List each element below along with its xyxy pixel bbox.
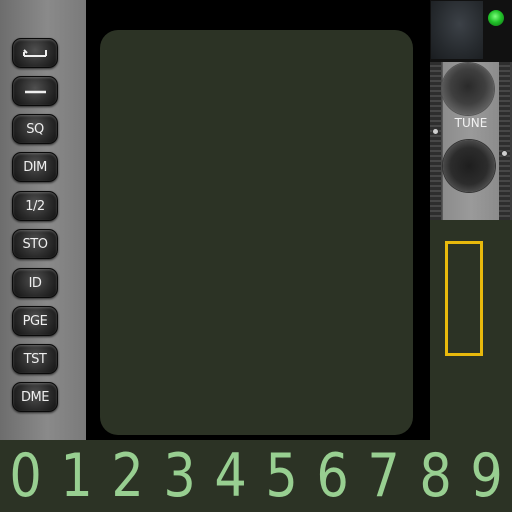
pge-button-label: PGE xyxy=(22,313,48,329)
screw-icon xyxy=(432,128,439,135)
photo-sensor xyxy=(431,1,483,59)
arrow-return-icon xyxy=(23,49,47,57)
digit-9: 9 xyxy=(470,441,503,511)
dme-button-label: DME xyxy=(21,389,49,405)
pge-button[interactable]: PGE xyxy=(12,306,58,336)
tune-knob[interactable] xyxy=(442,63,494,115)
digit-1: 1 xyxy=(60,441,94,511)
half-button[interactable]: 1/2 xyxy=(12,191,58,221)
dash-icon xyxy=(25,90,46,94)
digit-7: 7 xyxy=(367,441,401,511)
display-screen xyxy=(100,30,413,435)
sto-button-label: STO xyxy=(22,236,48,252)
digit-3: 3 xyxy=(162,441,196,511)
focus-highlight-box xyxy=(445,241,483,356)
tst-button-label: TST xyxy=(23,351,47,367)
digit-2: 2 xyxy=(111,441,145,511)
digit-0: 0 xyxy=(9,441,42,511)
sto-button[interactable]: STO xyxy=(12,229,58,259)
screw-icon xyxy=(501,150,508,157)
digit-4: 4 xyxy=(214,441,247,511)
digit-8: 8 xyxy=(418,441,452,511)
half-button-label: 1/2 xyxy=(25,198,45,214)
right-rail xyxy=(499,62,510,220)
id-button-label: ID xyxy=(28,275,42,291)
left-rail xyxy=(430,62,441,220)
id-button[interactable]: ID xyxy=(12,268,58,298)
volume-knob[interactable] xyxy=(443,140,495,192)
tst-button[interactable]: TST xyxy=(12,344,58,374)
status-led-icon xyxy=(488,10,504,26)
digit-6: 6 xyxy=(316,441,350,511)
sq-button-label: SQ xyxy=(26,121,44,137)
tune-label: TUNE xyxy=(454,116,488,130)
digit-5: 5 xyxy=(265,441,298,511)
dim-button[interactable]: DIM xyxy=(12,152,58,182)
sq-button[interactable]: SQ xyxy=(12,114,58,144)
seq-1-button[interactable] xyxy=(12,38,58,68)
dim-button-label: DIM xyxy=(23,159,47,175)
dme-button[interactable]: DME xyxy=(12,382,58,412)
digit-strip: 0 1 2 3 4 5 6 7 8 9 xyxy=(0,440,512,512)
seq-2-button[interactable] xyxy=(12,76,58,106)
